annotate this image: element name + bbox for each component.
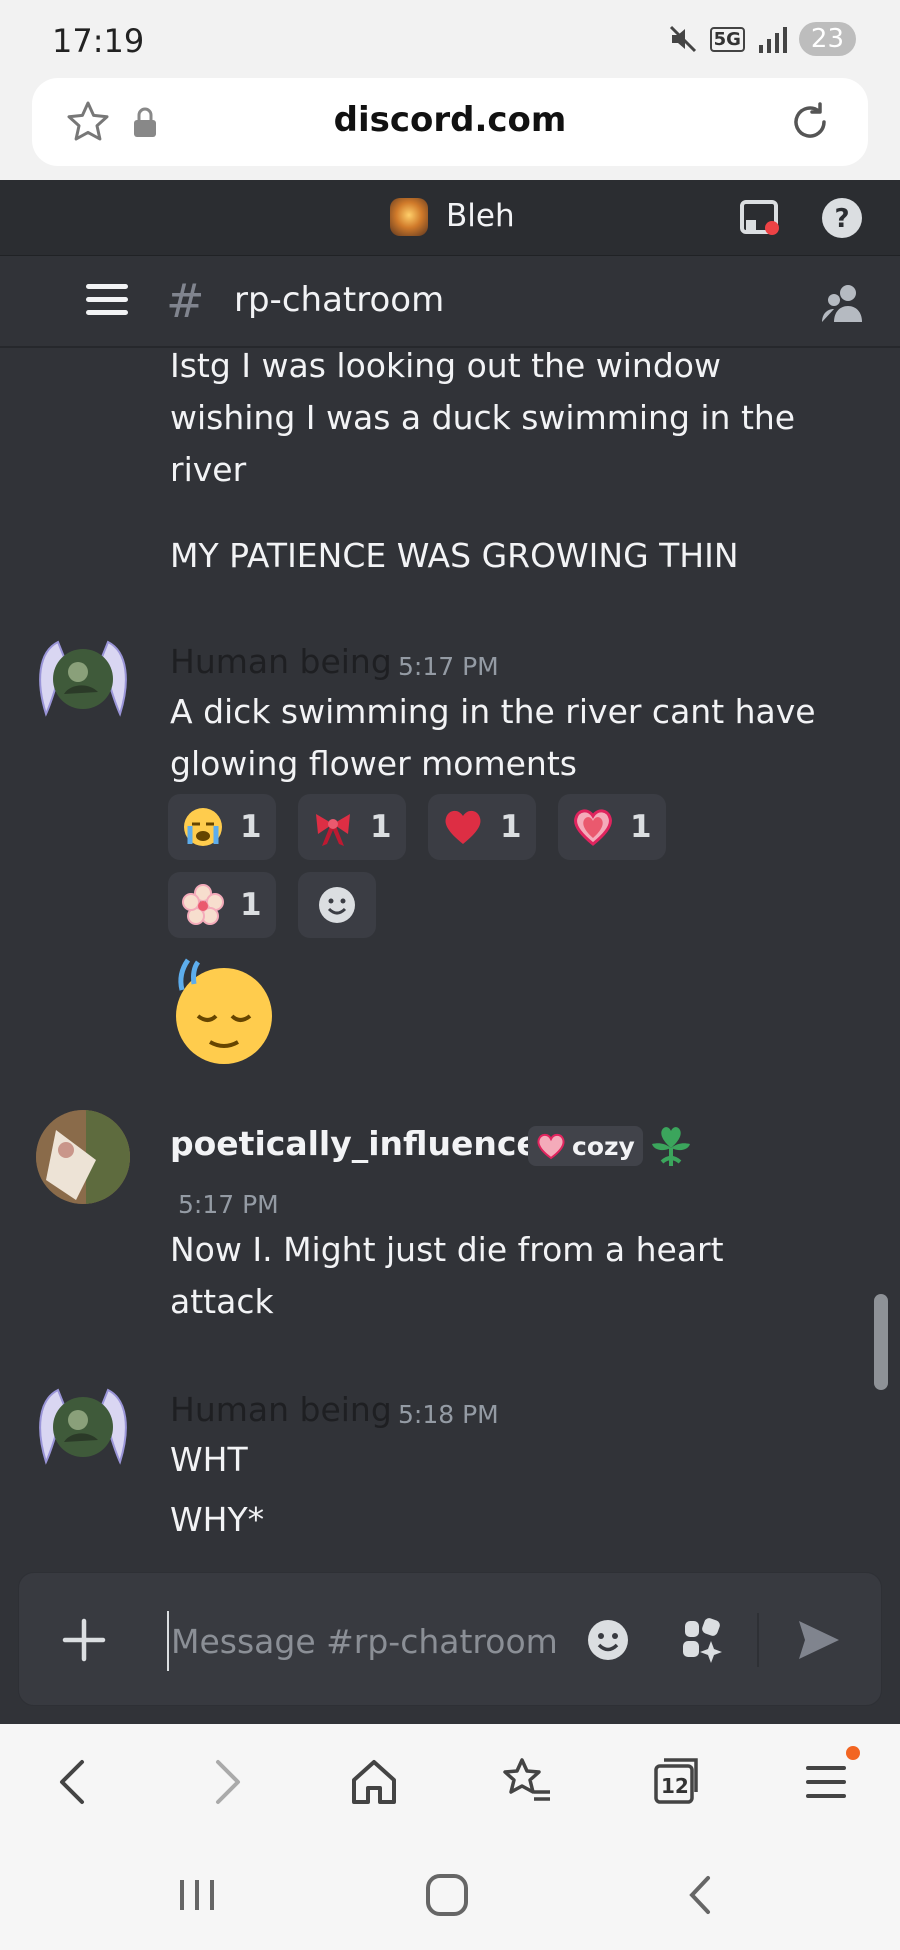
server-name[interactable]: Bleh	[446, 198, 515, 234]
members-icon[interactable]	[820, 282, 866, 324]
help-icon[interactable]: ?	[820, 196, 864, 240]
sweat-face-sticker-icon	[176, 958, 272, 1064]
channel-name[interactable]: rp-chatroom	[234, 280, 444, 320]
back-nav-icon[interactable]	[676, 1870, 726, 1920]
menu-icon[interactable]	[796, 1752, 856, 1812]
status-time: 17:19	[52, 22, 145, 60]
ribbon-icon	[316, 814, 350, 846]
back-icon[interactable]	[44, 1752, 104, 1812]
forward-icon[interactable]	[196, 1752, 256, 1812]
apps-icon[interactable]	[679, 1617, 725, 1663]
home-nav-icon[interactable]	[422, 1870, 472, 1920]
message-author[interactable]: Human being	[170, 642, 392, 681]
reaction-chip[interactable]: 1	[558, 794, 666, 860]
message-text: Now I. Might just die from a heart attac…	[170, 1224, 724, 1328]
user-avatar[interactable]	[36, 632, 130, 726]
message-line: Now I. Might just die from a heart	[170, 1230, 724, 1269]
plus-icon[interactable]	[59, 1615, 109, 1665]
crying-face-icon	[184, 808, 222, 846]
message-line: river	[170, 450, 247, 489]
send-icon[interactable]	[795, 1617, 843, 1663]
user-avatar[interactable]	[36, 1110, 130, 1204]
reaction-count: 1	[240, 887, 262, 923]
message-timestamp: 5:17 PM	[178, 1190, 279, 1219]
scrollbar-thumb[interactable]	[874, 1294, 888, 1390]
avatar-wings-icon	[39, 1388, 127, 1465]
battery-indicator: 23	[798, 22, 856, 56]
server-icon[interactable]	[390, 198, 428, 236]
svg-text:?: ?	[834, 204, 849, 234]
recent-apps-icon[interactable]	[172, 1870, 222, 1920]
bookmarks-icon[interactable]	[496, 1752, 556, 1812]
reaction-chip[interactable]: 1	[428, 794, 536, 860]
message-timestamp: 5:18 PM	[398, 1400, 499, 1429]
status-bar: 17:19 5G 23	[0, 0, 900, 78]
avatar-photo-icon	[36, 1110, 130, 1204]
cherry-blossom-icon	[182, 884, 224, 925]
tag-label: cozy	[572, 1131, 635, 1161]
system-navigation-bar	[0, 1842, 900, 1950]
channel-hash-icon: #	[166, 274, 205, 328]
discord-app: Bleh ? # rp-chatroom Istg I was looking …	[0, 180, 900, 1724]
message-list[interactable]: Istg I was looking out the window wishin…	[0, 346, 900, 1724]
signal-icon	[758, 27, 787, 53]
server-header: Bleh ?	[0, 180, 900, 256]
user-avatar[interactable]	[36, 1380, 130, 1474]
inbox-icon[interactable]	[738, 196, 782, 240]
message-text: WHY*	[170, 1500, 265, 1539]
network-badge: 5G	[709, 26, 745, 52]
message-text: WHT	[170, 1440, 248, 1479]
status-icons: 5G 23	[668, 22, 856, 56]
message-composer	[18, 1572, 882, 1706]
message-line: wishing I was a duck swimming in the	[170, 398, 796, 437]
browser-bottom-bar: 12	[0, 1724, 900, 1842]
message-text: A dick swimming in the river cant have g…	[170, 686, 816, 790]
green-heart-flower-icon	[652, 1127, 690, 1166]
reaction-count: 1	[240, 809, 262, 845]
user-tag-badge: cozy	[528, 1126, 643, 1166]
avatar-wings-icon	[39, 640, 127, 717]
tabs-count: 12	[661, 1774, 689, 1798]
mute-icon	[669, 25, 696, 53]
channel-header: # rp-chatroom	[0, 256, 900, 348]
message-timestamp: 5:17 PM	[398, 652, 499, 681]
reaction-count: 1	[630, 809, 652, 845]
composer-divider	[757, 1613, 759, 1667]
reload-icon[interactable]	[786, 98, 834, 146]
menu-notification-dot	[846, 1746, 860, 1760]
reaction-count: 1	[500, 809, 522, 845]
message-author[interactable]: Human being	[170, 1390, 392, 1429]
message-line: glowing flower moments	[170, 744, 577, 783]
hamburger-menu-icon[interactable]	[84, 280, 130, 320]
reaction-chip[interactable]: 1	[168, 872, 276, 938]
message-line: A dick swimming in the river cant have	[170, 692, 816, 731]
message-text: MY PATIENCE WAS GROWING THIN	[170, 536, 739, 575]
url-text[interactable]: discord.com	[32, 100, 868, 140]
home-icon[interactable]	[344, 1752, 404, 1812]
emoji-icon[interactable]	[585, 1617, 631, 1663]
reaction-chip[interactable]: 1	[298, 794, 406, 860]
pink-heart-icon	[574, 809, 612, 846]
reaction-count: 1	[370, 809, 392, 845]
message-line: Istg I was looking out the window	[170, 346, 721, 385]
add-reaction-button[interactable]	[298, 872, 376, 938]
browser-url-bar[interactable]: discord.com	[32, 78, 868, 166]
add-reaction-icon	[319, 887, 355, 923]
tag-heart-icon	[537, 1133, 565, 1160]
reaction-chip[interactable]: 1	[168, 794, 276, 860]
message-author[interactable]: poetically_influenced	[170, 1124, 562, 1163]
message-input[interactable]	[167, 1611, 587, 1671]
red-heart-icon	[445, 810, 481, 844]
message-line: attack	[170, 1282, 274, 1321]
tabs-button[interactable]: 12	[646, 1752, 706, 1812]
message-text: Istg I was looking out the window wishin…	[170, 340, 795, 496]
